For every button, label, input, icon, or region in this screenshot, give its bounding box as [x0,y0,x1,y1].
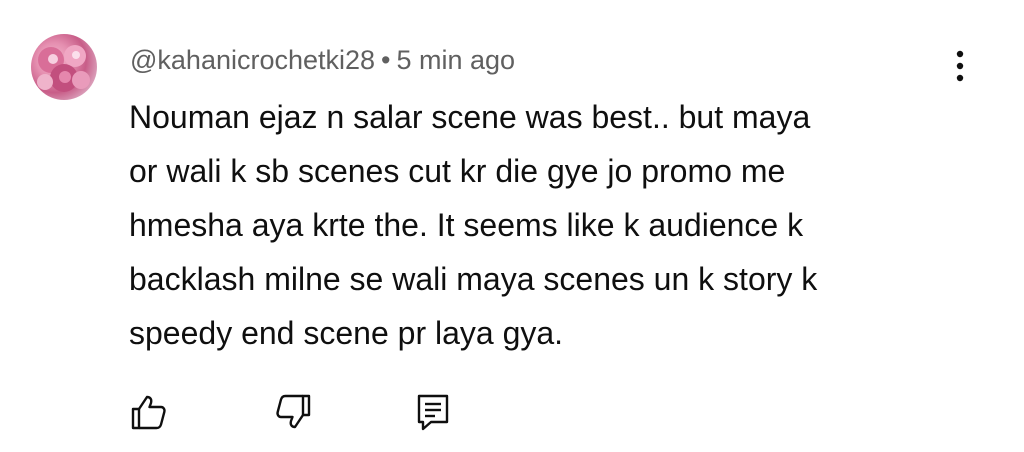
more-vert-icon [956,50,964,82]
comment-header: @kahanicrochetki28 • 5 min ago [130,40,515,80]
comment-time: 5 min ago [396,45,516,75]
comment-text-line: hmesha aya krte the. It seems like k aud… [129,207,804,243]
reply-button[interactable] [413,392,453,432]
comment-text-line: or wali k sb scenes cut kr die gye jo pr… [129,153,786,189]
comment-text-line: backlash milne se wali maya scenes un k … [129,261,818,297]
comment-text-line: Nouman ejaz n salar scene was best.. but… [129,99,811,135]
comment-text-line: speedy end scene pr laya gya. [129,315,564,351]
reply-comment-icon [417,394,449,431]
author-name[interactable]: @kahanicrochetki28 [130,45,375,75]
avatar[interactable] [31,34,97,100]
comment-text: Nouman ejaz n salar scene was best.. but… [129,90,949,360]
thumbs-up-icon [131,395,166,430]
dislike-button[interactable] [274,392,314,432]
like-button[interactable] [128,392,168,432]
thumbs-down-icon [276,394,311,429]
avatar-image [37,45,90,92]
more-options-button[interactable] [944,44,976,88]
meta-separator: • [381,45,391,75]
comment-thread-item: @kahanicrochetki28 • 5 min ago Nouman ejaz… [0,0,1024,452]
